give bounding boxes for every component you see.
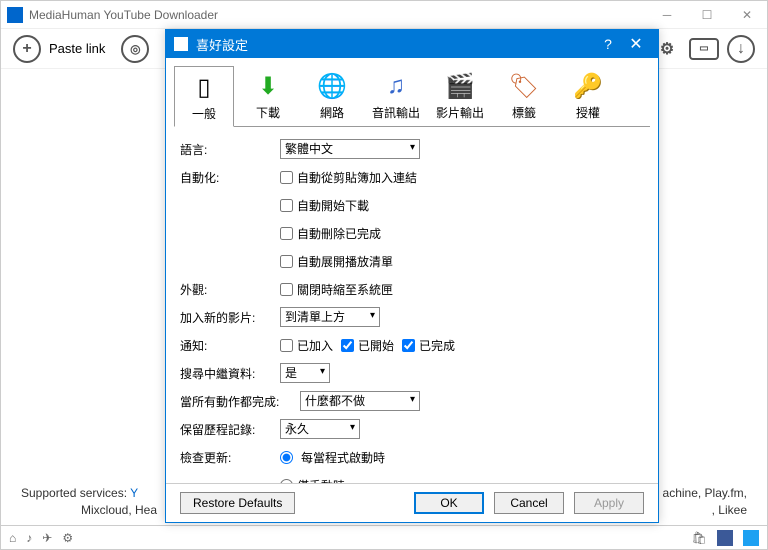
main-titlebar: MediaHuman YouTube Downloader ─ ☐ ✕ <box>1 1 767 29</box>
dialog-footer: Restore Defaults OK Cancel Apply <box>166 483 658 522</box>
tab-download[interactable]: ⬇ 下載 <box>238 66 298 127</box>
dialog-icon <box>174 37 188 51</box>
history-select[interactable]: 永久 <box>280 419 360 439</box>
history-label: 保留歷程記錄: <box>180 421 280 438</box>
appearance-label: 外觀: <box>180 281 280 298</box>
status-bar: ⌂ ♪ ✈ ⚙ 🛍 <box>1 525 767 549</box>
gear-icon[interactable]: ⚙ <box>62 531 73 545</box>
tab-license[interactable]: 🔑 授權 <box>558 66 618 127</box>
app-icon <box>7 7 23 23</box>
general-icon: ▯ <box>188 71 220 103</box>
tab-general[interactable]: ▯ 一般 <box>174 66 234 127</box>
dialog-close-button[interactable]: ✕ <box>622 34 650 54</box>
audio-icon: ♫ <box>380 70 412 102</box>
tab-tags[interactable]: 🏷 標籤 <box>494 66 554 127</box>
minimize-button[interactable]: ─ <box>647 1 687 29</box>
network-icon: 🌐 <box>316 70 348 102</box>
close-button[interactable]: ✕ <box>727 1 767 29</box>
maximize-button[interactable]: ☐ <box>687 1 727 29</box>
addnew-label: 加入新的影片: <box>180 309 280 326</box>
allcomplete-select[interactable]: 什麼都不做 <box>300 391 420 411</box>
metadata-label: 搜尋中繼資料: <box>180 365 280 382</box>
paste-link-label: Paste link <box>49 41 105 56</box>
notify-started-checkbox[interactable]: 已開始 <box>341 337 394 354</box>
notify-done-checkbox[interactable]: 已完成 <box>402 337 455 354</box>
allcomplete-label: 當所有動作都完成: <box>180 393 300 410</box>
tab-bar: ▯ 一般 ⬇ 下載 🌐 網路 ♫ 音訊輸出 🎬 影片輸出 🏷 標籤 🔑 授權 <box>166 58 658 127</box>
facebook-icon[interactable] <box>717 530 733 546</box>
list-button[interactable]: ▭ <box>689 38 719 60</box>
notify-added-checkbox[interactable]: 已加入 <box>280 337 333 354</box>
notify-label: 通知: <box>180 337 280 354</box>
paste-link-button[interactable]: + <box>13 35 41 63</box>
minimize-tray-checkbox[interactable]: 關閉時縮至系統匣 <box>280 281 393 298</box>
cart-icon[interactable]: 🛍 <box>692 531 707 545</box>
music-icon[interactable]: ♪ <box>26 531 32 545</box>
addnew-select[interactable]: 到清單上方 <box>280 307 380 327</box>
tag-icon: 🏷 <box>508 70 540 102</box>
download-all-button[interactable]: ↓ <box>727 35 755 63</box>
video-icon: 🎬 <box>444 70 476 102</box>
dialog-title: 喜好設定 <box>196 35 594 54</box>
preferences-dialog: 喜好設定 ? ✕ ▯ 一般 ⬇ 下載 🌐 網路 ♫ 音訊輸出 🎬 影片輸出 🏷 … <box>165 29 659 523</box>
dialog-titlebar: 喜好設定 ? ✕ <box>166 30 658 58</box>
share-icon[interactable]: ✈ <box>42 531 52 545</box>
ok-button[interactable]: OK <box>414 492 484 514</box>
update-onstart-radio[interactable]: 每當程式啟動時 <box>280 449 385 466</box>
language-label: 語言: <box>180 141 280 158</box>
tab-audio[interactable]: ♫ 音訊輸出 <box>366 66 426 127</box>
tab-network[interactable]: 🌐 網路 <box>302 66 362 127</box>
metadata-select[interactable]: 是 <box>280 363 330 383</box>
key-icon: 🔑 <box>572 70 604 102</box>
general-pane: 語言: 繁體中文 自動化: 自動從剪貼簿加入連結 自動開始下載 自動刪除已完成 … <box>166 127 658 483</box>
auto-paste-checkbox[interactable]: 自動從剪貼簿加入連結 <box>280 169 417 186</box>
home-icon[interactable]: ⌂ <box>9 531 16 545</box>
language-select[interactable]: 繁體中文 <box>280 139 420 159</box>
restore-defaults-button[interactable]: Restore Defaults <box>180 492 295 514</box>
checkupdate-label: 檢查更新: <box>180 449 280 466</box>
auto-start-checkbox[interactable]: 自動開始下載 <box>280 197 369 214</box>
help-button[interactable]: ? <box>594 36 622 52</box>
download-icon: ⬇ <box>252 70 284 102</box>
cancel-button[interactable]: Cancel <box>494 492 564 514</box>
automation-label: 自動化: <box>180 169 280 186</box>
window-title: MediaHuman YouTube Downloader <box>29 8 647 22</box>
auto-delete-checkbox[interactable]: 自動刪除已完成 <box>280 225 381 242</box>
tab-video[interactable]: 🎬 影片輸出 <box>430 66 490 127</box>
twitter-icon[interactable] <box>743 530 759 546</box>
watch-button[interactable]: ◎ <box>121 35 149 63</box>
apply-button[interactable]: Apply <box>574 492 644 514</box>
auto-expand-checkbox[interactable]: 自動展開播放清單 <box>280 253 393 270</box>
